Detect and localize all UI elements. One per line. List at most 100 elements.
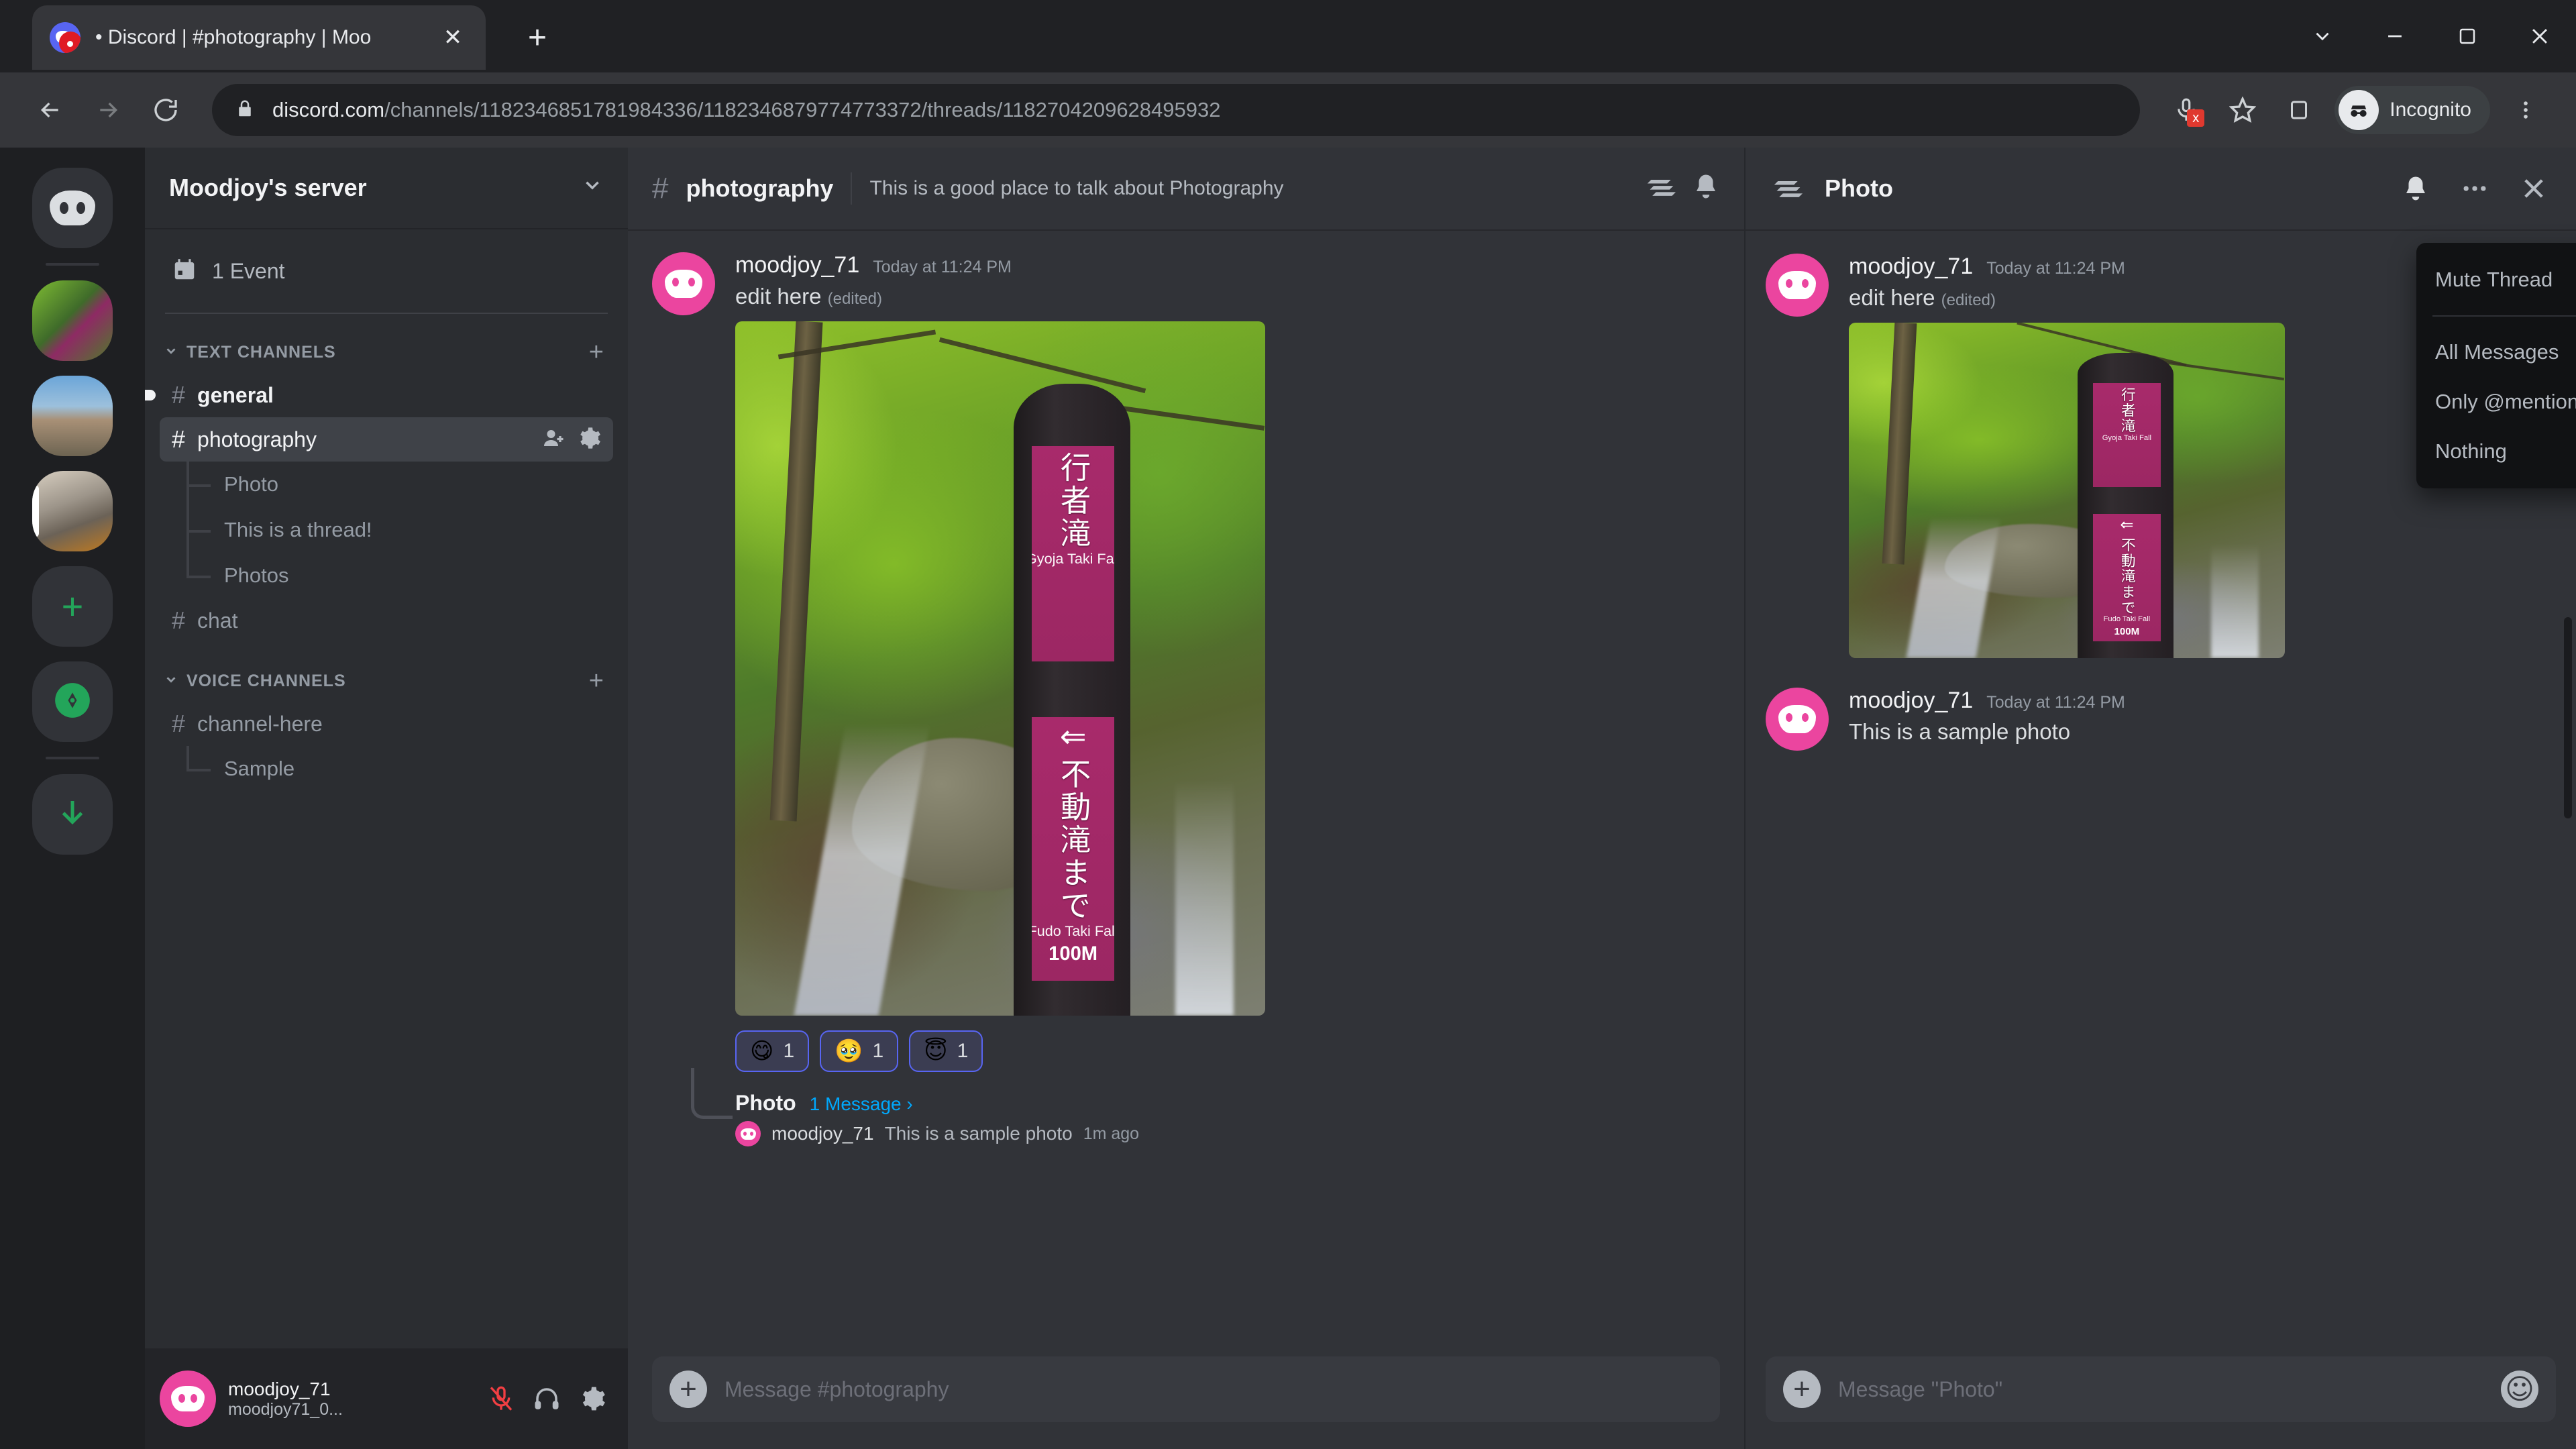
server-avatar-2[interactable] [32,376,113,456]
microphone-muted-icon[interactable] [480,1378,522,1419]
edited-badge: (edited) [827,290,882,308]
thread-preview-count[interactable]: 1 Message › [810,1093,913,1115]
back-arrow-icon[interactable] [24,84,76,136]
message-author[interactable]: moodjoy_71 [1849,254,1973,280]
browser-toolbar: discord.com/channels/1182346851781984336… [0,72,2576,148]
sidebar-item-events[interactable]: 1 Event [160,247,613,295]
reaction-pleading[interactable]: 🥹 1 [820,1030,899,1072]
sidebar-item-photography[interactable]: # photography [160,417,613,462]
calendar-icon [172,257,197,286]
channel-label: channel-here [197,711,323,736]
scrollbar-thumb[interactable] [2564,617,2572,818]
sidebar-thread-photo[interactable]: Photo [160,462,613,507]
three-dot-menu-icon[interactable] [2500,84,2552,136]
sidebar-item-general[interactable]: # general [145,373,613,417]
browser-tab[interactable]: • Discord | #photography | Moo ✕ [32,5,486,70]
bell-icon[interactable] [1692,172,1720,205]
sidebar-item-chat[interactable]: # chat [160,598,613,643]
thread-message-composer[interactable]: + Message "Photo" ☺ [1766,1356,2556,1422]
add-voice-channel-button[interactable]: + [589,668,604,694]
minimize-icon[interactable] [2359,0,2431,72]
chevron-down-icon[interactable] [2286,0,2359,72]
message-author[interactable]: moodjoy_71 [1849,688,1973,714]
side-panel-icon[interactable] [2273,84,2325,136]
emoji-icon[interactable]: ☺ [2501,1371,2538,1408]
discord-home-button[interactable] [32,168,113,248]
new-tab-button[interactable]: + [515,16,559,60]
gear-icon[interactable] [577,426,601,453]
explore-servers-button[interactable] [32,661,113,742]
thread-label: Photos [224,564,289,587]
message-composer[interactable]: + Message #photography [652,1356,1720,1422]
server-avatar-1[interactable] [32,280,113,361]
lock-icon [235,99,255,122]
avatar[interactable] [160,1371,216,1427]
reaction-yum[interactable]: 😋 1 [735,1030,810,1072]
forward-arrow-icon[interactable] [82,84,134,136]
reaction-halo[interactable]: 😇 1 [909,1030,983,1072]
edited-badge: (edited) [1941,291,1996,309]
message-author[interactable]: moodjoy_71 [735,252,859,278]
channel-list: 1 Event TEXT CHANNELS + # general # phot… [145,229,628,1348]
menu-item-only-mentions[interactable]: Only @mentions [2416,377,2576,427]
thread-label: Sample [224,757,295,780]
category-label: VOICE CHANNELS [186,671,346,690]
tab-close-icon[interactable]: ✕ [437,22,468,53]
sign-romaji-top: Gyoja Taki Fall [1032,549,1114,567]
menu-item-nothing[interactable]: Nothing [2416,427,2576,476]
category-text-channels[interactable]: TEXT CHANNELS + [145,331,628,373]
sidebar-thread-sample[interactable]: Sample [160,746,613,792]
rail-divider-2 [46,757,99,759]
thread-connector [691,1068,733,1119]
sidebar-thread-photos[interactable]: Photos [160,553,613,598]
sidebar-item-channel-here[interactable]: # channel-here [160,702,613,746]
threads-icon [1766,166,1810,211]
thread-message-input[interactable]: Message "Photo" [1838,1377,2483,1402]
discord-favicon-icon [50,22,80,53]
server-rail: + [0,148,145,1449]
reaction-bar: 😋 1 🥹 1 😇 1 [735,1030,1720,1072]
add-member-icon[interactable] [542,426,566,453]
add-channel-button[interactable]: + [589,339,604,365]
message-attachment[interactable]: 行者滝 Gyoja Taki Fall ⇐ 不動滝まで Fudo Taki Fa… [735,321,1265,1016]
reload-icon[interactable] [140,84,192,136]
user-display-name: moodjoy_71 [228,1378,331,1399]
message-content: This is a sample photo [1849,719,2071,744]
maximize-icon[interactable] [2431,0,2504,72]
avatar[interactable] [1766,688,1829,751]
server-avatar-3[interactable] [32,471,113,551]
add-attachment-button[interactable]: + [669,1371,707,1408]
message-attachment[interactable]: 行者滝 Gyoja Taki Fall ⇐ 不動滝まで Fudo Taki Fa… [1849,323,2285,658]
avatar [735,1121,761,1146]
address-bar[interactable]: discord.com/channels/1182346851781984336… [212,84,2141,136]
menu-item-mute-thread[interactable]: Mute Thread › [2416,255,2576,305]
add-server-button[interactable]: + [32,566,113,647]
avatar[interactable] [1766,254,1829,317]
star-icon[interactable] [2216,84,2269,136]
category-voice-channels[interactable]: VOICE CHANNELS + [145,660,628,702]
gear-icon[interactable] [572,1378,613,1419]
more-horizontal-icon[interactable] [2453,166,2497,211]
unread-indicator [145,390,156,400]
sidebar-thread-this-is-a-thread[interactable]: This is a thread! [160,507,613,553]
headphones-icon[interactable] [526,1378,568,1419]
close-icon[interactable] [2512,166,2556,211]
bell-icon[interactable] [2394,166,2438,211]
message-input[interactable]: Message #photography [724,1377,1703,1402]
chevron-down-icon[interactable] [581,174,604,202]
message-timestamp: Today at 11:24 PM [873,258,1012,276]
close-icon[interactable] [2504,0,2576,72]
menu-item-all-messages[interactable]: All Messages [2416,327,2576,377]
sign-kanji-top: 行者滝 [1055,451,1091,550]
chat-main: # photography This is a good place to ta… [628,148,1744,1449]
microphone-blocked-icon[interactable]: x [2160,84,2212,136]
add-attachment-button[interactable]: + [1783,1371,1821,1408]
server-header[interactable]: Moodjoy's server [145,148,628,229]
channel-label: chat [197,608,238,633]
url-text: discord.com/channels/1182346851781984336… [272,98,1220,122]
avatar[interactable] [652,252,715,315]
threads-icon[interactable] [1646,172,1676,205]
thread-preview[interactable]: Photo 1 Message › moodjoy_71 This is a s… [691,1068,1720,1146]
download-apps-button[interactable] [32,774,113,855]
incognito-indicator[interactable]: Incognito [2334,86,2490,134]
